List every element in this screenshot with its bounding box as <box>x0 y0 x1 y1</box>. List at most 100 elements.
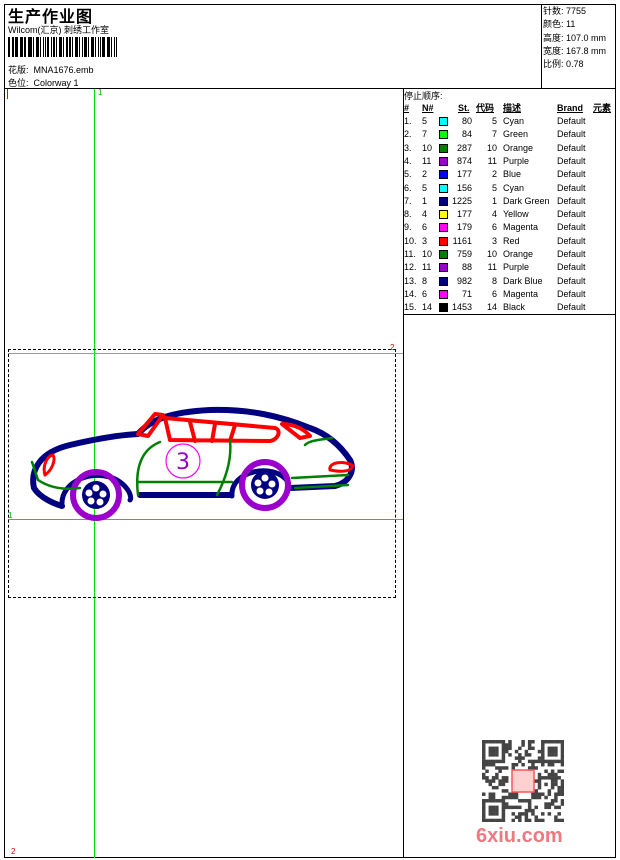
row-code: 14 <box>486 302 497 313</box>
color-swatch <box>439 143 448 153</box>
barcode-bar <box>44 37 47 57</box>
barcode-bar <box>27 37 29 57</box>
design-height: 高度: 107.0 mm <box>543 32 607 43</box>
row-brand: Default <box>557 262 586 273</box>
barcode-bar <box>15 37 18 57</box>
row-needle: 5 <box>422 116 428 126</box>
row-brand: Default <box>557 155 586 166</box>
color-swatch <box>439 183 448 193</box>
row-description: Blue <box>503 169 522 180</box>
color-swatch <box>439 130 448 140</box>
row-brand: Default <box>557 169 586 180</box>
row-needle: 6 <box>422 288 428 299</box>
barcode-bar <box>108 37 110 57</box>
color-swatch <box>439 210 448 220</box>
header-index: # <box>404 103 410 113</box>
design-label: 花版: <box>8 65 29 75</box>
barcode-bar <box>69 37 71 57</box>
table-row: 10. 3 1161 3 Red Default <box>404 235 618 248</box>
row-needle: 4 <box>422 209 428 220</box>
row-needle: 11 <box>422 262 432 273</box>
row-brand: Default <box>557 249 586 259</box>
row-needle: 11 <box>422 155 432 166</box>
row-stitches: 1453 <box>451 302 472 313</box>
row-code: 5 <box>491 116 497 126</box>
row-index: 7. <box>404 195 412 206</box>
row-brand: Default <box>557 302 586 313</box>
header-code: 代码 <box>476 103 495 113</box>
table-row: 7. 1 1225 1 Dark Green Default <box>404 195 618 208</box>
color-swatch <box>439 196 448 206</box>
row-brand: Default <box>557 182 586 193</box>
table-row: 11. 10 759 10 Orange Default <box>404 248 618 261</box>
table-row: 1. 5 80 5 Cyan Default <box>404 115 618 128</box>
row-code: 6 <box>491 222 497 233</box>
table-row: 15. 14 1453 14 Black Default <box>404 301 618 314</box>
hoop-line <box>8 353 403 354</box>
row-index: 13. <box>404 275 417 286</box>
barcode-bar <box>29 37 32 57</box>
row-brand: Default <box>557 275 586 286</box>
divider <box>541 4 542 88</box>
barcode-bar <box>51 37 53 57</box>
barcode-bar <box>87 37 89 57</box>
row-stitches: 80 <box>461 116 472 126</box>
table-row: 5. 2 177 2 Blue Default <box>404 168 618 181</box>
row-brand: Default <box>557 195 586 206</box>
row-index: 1. <box>404 116 412 126</box>
watermark-site: 6xiu.com <box>476 825 563 847</box>
row-index: 10. <box>404 235 417 246</box>
table-row: 8. 4 177 4 Yellow Default <box>404 208 618 221</box>
stop-sequence-table: 停止顺序: # N# St. 代码 描述 Brand 元素 1. 5 80 5 Cyan… <box>404 88 616 314</box>
row-needle: 8 <box>422 275 428 286</box>
barcode-bar <box>60 37 63 57</box>
barcode-bar <box>113 37 115 57</box>
header-needle: N# <box>422 103 434 113</box>
car-door-lines <box>30 436 350 497</box>
header-stitches: St. <box>458 103 470 113</box>
row-index: 12. <box>404 262 417 273</box>
row-brand: Default <box>557 129 586 140</box>
embroidery-car-design: 3 <box>30 406 355 521</box>
color-swatch <box>439 250 448 259</box>
table-row: 4. 11 874 11 Purple Default <box>404 155 618 168</box>
barcode-bar <box>47 37 50 57</box>
table-row: 3. 10 287 10 Orange Default <box>404 142 618 155</box>
row-code: 10 <box>486 249 497 259</box>
design-value: MNA1676.emb <box>33 65 94 75</box>
table-row: 9. 6 179 6 Magenta Default <box>404 221 618 234</box>
barcode-bar <box>115 37 118 57</box>
row-stitches: 156 <box>456 182 472 193</box>
row-needle: 6 <box>422 222 428 233</box>
barcode <box>8 37 118 57</box>
car-windows <box>136 412 281 443</box>
barcode-bar <box>63 37 64 57</box>
row-needle: 1 <box>422 195 428 206</box>
barcode-bar <box>58 37 60 57</box>
car-number: 3 <box>176 450 190 475</box>
row-index: 2. <box>404 129 412 140</box>
barcode-bar <box>84 37 87 57</box>
barcode-bar <box>39 37 41 57</box>
row-needle: 10 <box>422 142 433 153</box>
row-brand: Default <box>557 209 586 220</box>
row-description: Black <box>503 302 526 313</box>
row-code: 10 <box>486 142 497 153</box>
company-name: Wilcom(汇京) 刺绣工作室 <box>8 25 109 35</box>
row-brand: Default <box>557 222 586 233</box>
row-brand: Default <box>557 288 586 299</box>
row-code: 6 <box>491 288 497 299</box>
row-description: Purple <box>503 155 530 166</box>
row-index: 9. <box>404 222 412 233</box>
row-description: Purple <box>503 262 530 273</box>
barcode-bar <box>42 37 44 57</box>
row-code: 3 <box>491 235 497 246</box>
barcode-bar <box>8 37 10 57</box>
table-row: 2. 7 84 7 Green Default <box>404 128 618 141</box>
row-code: 7 <box>491 129 497 140</box>
row-stitches: 179 <box>456 222 472 233</box>
row-needle: 7 <box>422 129 428 140</box>
barcode-bar <box>97 37 99 57</box>
barcode-bar <box>110 37 112 57</box>
header-element: 元素 <box>593 103 612 113</box>
